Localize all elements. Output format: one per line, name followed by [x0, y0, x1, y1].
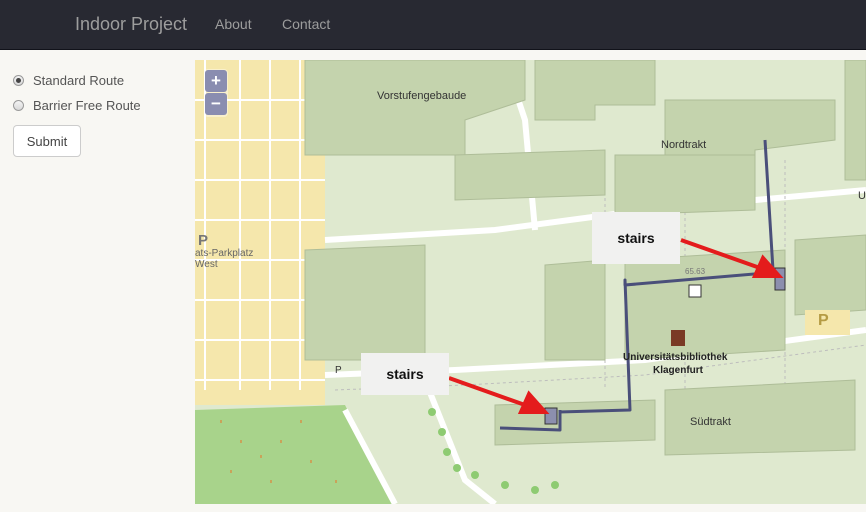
label-edge-p: P [335, 365, 342, 376]
label-parking-line1: ats-Parkplatz [195, 248, 254, 259]
label-height-mark: 65.63 [685, 267, 706, 276]
stairs-annotation-1: stairs [592, 212, 680, 264]
standard-route-label[interactable]: Standard Route [33, 73, 124, 88]
parking-p-icon-right: P [818, 312, 829, 329]
label-parking-line2: West [195, 259, 218, 270]
nav-link-contact[interactable]: Contact [282, 16, 330, 32]
parking-p-icon: P [198, 232, 209, 249]
zoom-in-button[interactable]: + [205, 70, 227, 92]
barrier-free-route-option[interactable]: Barrier Free Route [13, 98, 141, 113]
submit-button[interactable]: Submit [13, 125, 81, 157]
label-vorstufengebaude: Vorstufengebaude [377, 90, 467, 102]
route-options-panel: Standard Route Barrier Free Route Submit [0, 51, 194, 512]
standard-route-radio[interactable] [13, 75, 24, 86]
map-view[interactable]: + − stairs stairs Vorstufengebaude Nordt… [195, 60, 866, 504]
stairs-annotation-2: stairs [361, 353, 449, 395]
label-nordtrakt: Nordtrakt [661, 139, 707, 151]
barrier-free-route-radio[interactable] [13, 100, 24, 111]
label-edge-u: U [858, 190, 866, 202]
map-tiles [195, 60, 866, 504]
brand-link[interactable]: Indoor Project [75, 14, 187, 35]
zoom-out-button[interactable]: − [205, 93, 227, 115]
zoom-control: + − [204, 69, 228, 117]
label-library-line2: Klagenfurt [653, 365, 703, 376]
label-sudtrakt: Südtrakt [690, 416, 731, 428]
barrier-free-route-label[interactable]: Barrier Free Route [33, 98, 141, 113]
top-navbar: Indoor Project About Contact [0, 0, 866, 50]
label-library-line1: Universitätsbibliothek [623, 352, 728, 363]
nav-link-about[interactable]: About [215, 16, 252, 32]
standard-route-option[interactable]: Standard Route [13, 73, 124, 88]
